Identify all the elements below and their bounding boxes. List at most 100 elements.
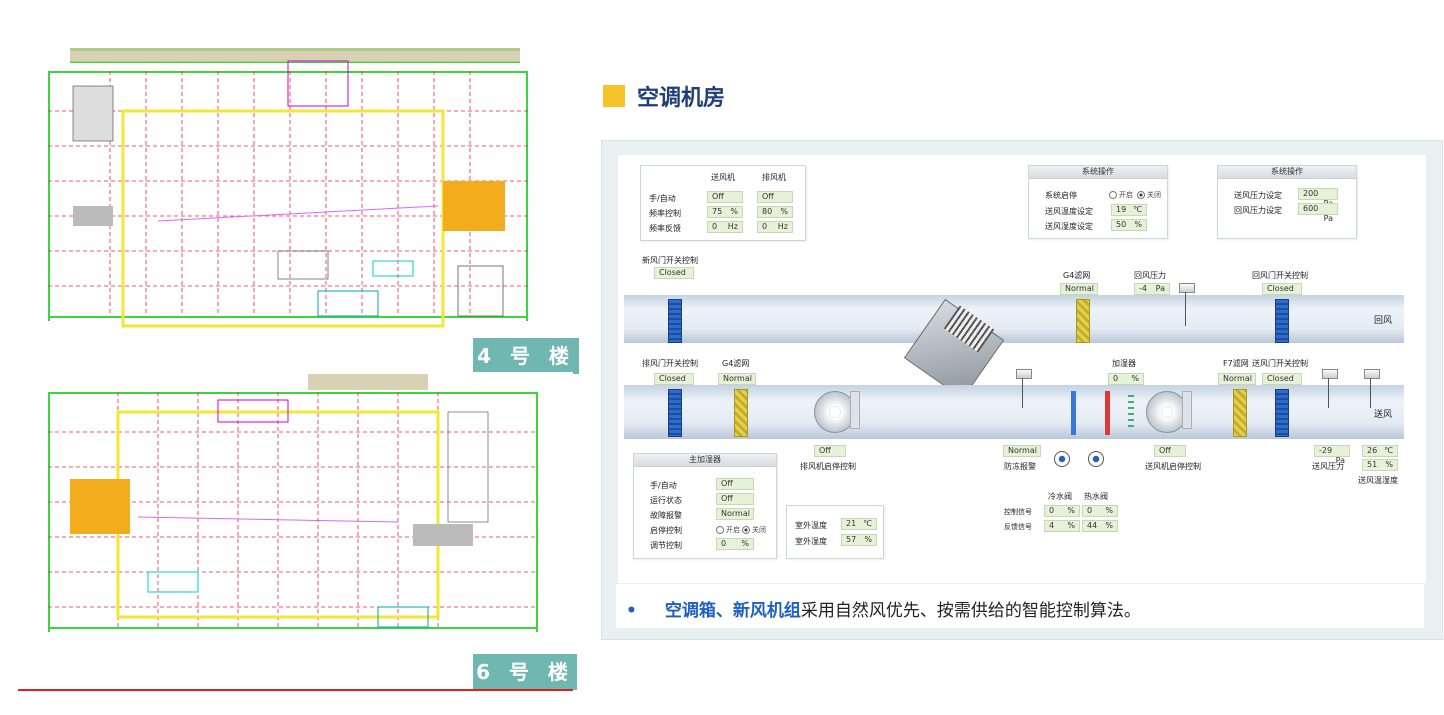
sensor-stem: [1370, 378, 1371, 408]
humidifier-value: 0%: [1108, 373, 1144, 385]
section-title: 空调机房: [637, 86, 726, 111]
floor-plan-drawing-4: [18, 16, 573, 366]
row-label: 故障报警: [650, 511, 682, 520]
return-air-label: 回风: [1374, 316, 1393, 326]
supply-pressure-setpoint-label: 送风压力设定: [1234, 191, 1282, 200]
outdoor-hum-label: 室外湿度: [795, 537, 827, 546]
supply-temp-setpoint-label: 送风温度设定: [1045, 207, 1093, 216]
box-title: 主加湿器: [634, 454, 776, 467]
f7-filter-label: F7滤网: [1223, 359, 1249, 368]
supply-fan-mode[interactable]: Off: [707, 191, 743, 203]
supply-pressure-setpoint[interactable]: 200Pa: [1298, 188, 1338, 208]
hvac-hmi-panel: 送风机 排风机 手/自动 Off Off 频率控制 75% 80% 频率反馈 0…: [601, 140, 1443, 640]
accent-square: [603, 85, 625, 107]
note-body: 采用自然风优先、按需供给的智能控制算法。: [800, 601, 1141, 621]
floor-plan-drawing-6: [18, 372, 573, 690]
feedback-signal-label: 反馈信号: [1004, 523, 1032, 531]
return-damper-status[interactable]: Closed: [1262, 283, 1302, 295]
box-title: 系统操作: [1029, 166, 1167, 179]
exhaust-fan-mode[interactable]: Off: [757, 191, 793, 203]
note-highlight: 空调箱、新风机组: [664, 601, 801, 621]
supply-temp-value: 26 ℃: [1362, 445, 1398, 457]
radio-off[interactable]: 关闭: [742, 525, 766, 535]
sensor-stem: [1185, 292, 1186, 326]
system-operation-box-2: 系统操作 送风压力设定 200Pa 回风压力设定 600Pa: [1217, 165, 1357, 239]
supply-hum-setpoint[interactable]: 50%: [1111, 219, 1147, 231]
fan-control-box: 送风机 排风机 手/自动 Off Off 频率控制 75% 80% 频率反馈 0…: [640, 165, 806, 241]
outdoor-conditions-box: 室外温度 21 ℃ 室外湿度 57%: [786, 505, 884, 559]
row-label: 频率控制: [649, 209, 681, 218]
return-damper-label: 回风门开关控制: [1252, 271, 1308, 280]
supply-fan-control-label: 送风机启停控制: [1145, 462, 1201, 471]
cold-coil: [1071, 391, 1076, 435]
main-hum-mode[interactable]: Off: [716, 478, 754, 490]
outdoor-hum-value: 57%: [841, 534, 877, 546]
exhaust-fan-control-label: 排风机启停控制: [800, 462, 856, 471]
section-header: 空调机房: [603, 82, 726, 111]
supply-temp-setpoint[interactable]: 19 ℃: [1111, 204, 1147, 216]
supply-temp-hum-sensor: [1364, 369, 1380, 379]
building-label-6: 6 号 楼: [473, 654, 577, 690]
floor-plan-building-4: [18, 16, 573, 366]
supply-hum-value: 51%: [1362, 459, 1398, 471]
supply-temp-hum-label: 送风温湿度: [1358, 476, 1398, 485]
hot-valve-control[interactable]: 0%: [1082, 505, 1118, 517]
outdoor-temp-label: 室外温度: [795, 521, 827, 530]
cold-valve-icon: [1054, 451, 1070, 467]
supply-damper-label: 送风门开关控制: [1252, 359, 1308, 368]
description-note: • 空调箱、新风机组采用自然风优先、按需供给的智能控制算法。: [616, 584, 1424, 628]
main-hum-fault: Normal: [716, 508, 754, 520]
hot-valve-label: 热水阀: [1084, 492, 1108, 501]
supply-hum-setpoint-label: 送风湿度设定: [1045, 222, 1093, 231]
row-label: 运行状态: [650, 496, 682, 505]
supply-air-damper: [1275, 389, 1289, 437]
divider-line: [18, 689, 573, 691]
cold-valve-control[interactable]: 0%: [1044, 505, 1080, 517]
supply-pressure-label: 送风压力: [1312, 462, 1344, 471]
exhaust-fan-freq[interactable]: 80%: [757, 206, 793, 218]
g4-return-filter: [1076, 299, 1090, 343]
cold-valve-label: 冷水阀: [1048, 492, 1072, 501]
exhaust-damper-status[interactable]: Closed: [654, 373, 694, 385]
fan-housing: [850, 391, 860, 429]
main-humidifier-box: 主加湿器 手/自动 Off 运行状态 Off 故障报警 Normal 启停控制 …: [633, 453, 777, 559]
hmi-canvas: 送风机 排风机 手/自动 Off Off 频率控制 75% 80% 频率反馈 0…: [618, 155, 1426, 583]
g4-return-status: Normal: [1060, 283, 1098, 295]
sensor-stem: [1328, 378, 1329, 408]
radio-on[interactable]: 开启: [716, 525, 740, 535]
system-operation-box-1: 系统操作 系统启停 开启 关闭 送风温度设定 19 ℃ 送风湿度设定 50%: [1028, 165, 1168, 239]
fresh-air-damper: [668, 299, 682, 343]
exhaust-fan-status[interactable]: Off: [814, 445, 846, 457]
f7-filter: [1233, 389, 1247, 437]
freeze-sensor: [1016, 369, 1032, 379]
return-pressure-label: 回风压力: [1134, 271, 1166, 280]
bullet: •: [626, 601, 637, 621]
radio-on[interactable]: 开启: [1109, 190, 1133, 200]
adjust-label: 调节控制: [650, 541, 682, 550]
g4-exhaust-label: G4滤网: [722, 359, 750, 368]
hot-valve-feedback: 44%: [1082, 520, 1118, 532]
start-stop-label: 系统启停: [1045, 191, 1077, 200]
humidifier-nozzles: [1128, 395, 1134, 431]
hot-coil: [1105, 391, 1110, 435]
return-pressure-sensor: [1179, 283, 1195, 293]
main-hum-adjust[interactable]: 0%: [716, 538, 754, 550]
supply-fan-freq[interactable]: 75%: [707, 206, 743, 218]
supply-fan-feedback: 0 Hz: [707, 221, 743, 233]
building-label-4: 4 号 楼: [473, 338, 579, 374]
exhaust-damper-label: 排风门开关控制: [642, 359, 698, 368]
box-title: 系统操作: [1218, 166, 1356, 179]
col-exhaust-fan: 排风机: [762, 173, 786, 182]
g4-exhaust-status: Normal: [718, 373, 756, 385]
col-supply-fan: 送风机: [711, 173, 735, 182]
sensor-stem: [1022, 378, 1023, 408]
return-pressure-setpoint[interactable]: 600 Pa: [1298, 203, 1338, 223]
radio-off[interactable]: 关闭: [1137, 190, 1161, 200]
supply-fan-status[interactable]: Off: [1154, 445, 1186, 457]
main-hum-run-status: Off: [716, 493, 754, 505]
supply-pressure-sensor: [1322, 369, 1338, 379]
supply-pressure-value: -29 Pa: [1314, 445, 1350, 465]
supply-damper-status[interactable]: Closed: [1262, 373, 1302, 385]
fresh-damper-status[interactable]: Closed: [654, 267, 694, 279]
row-label: 手/自动: [649, 194, 676, 203]
